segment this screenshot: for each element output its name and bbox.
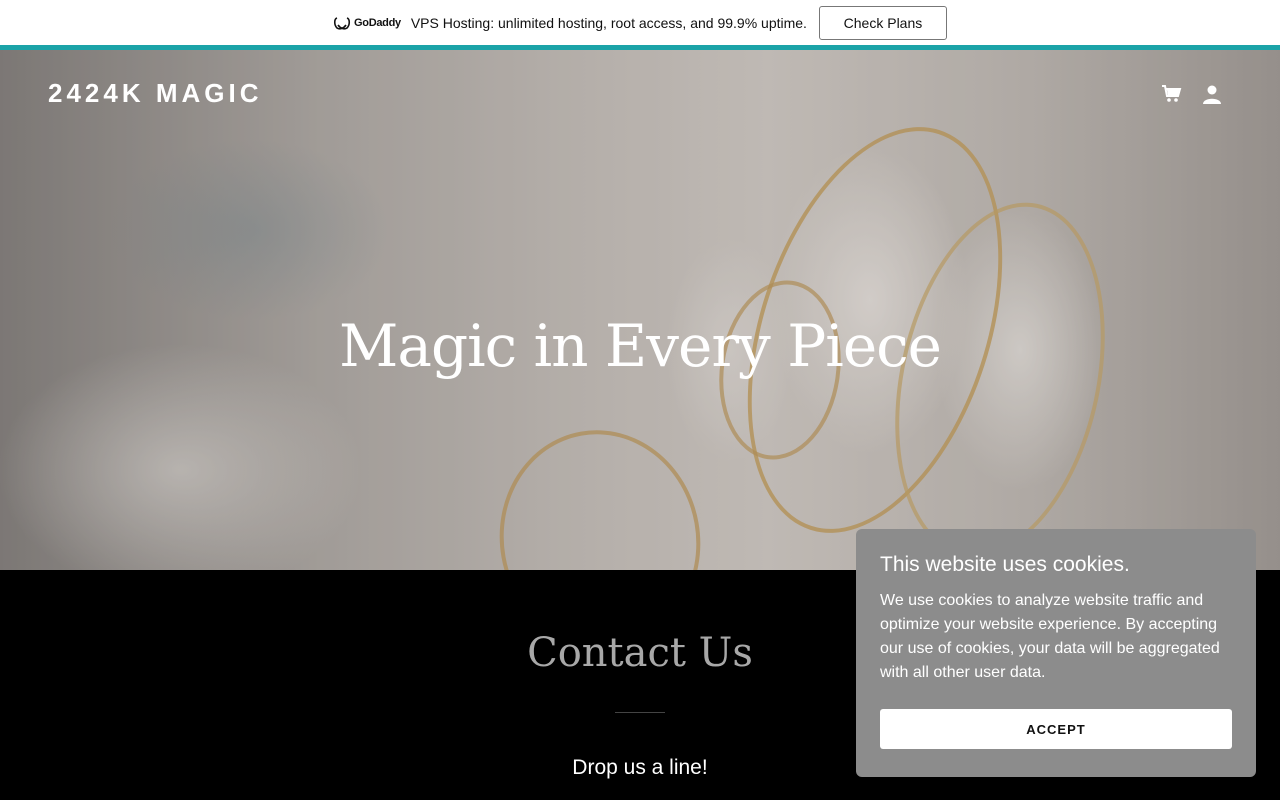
cart-icon[interactable] — [1160, 82, 1184, 106]
accept-cookies-button[interactable]: ACCEPT — [880, 709, 1232, 749]
godaddy-logo-icon — [334, 16, 351, 30]
cookie-banner: This website uses cookies. We use cookie… — [856, 529, 1256, 777]
promo-message: VPS Hosting: unlimited hosting, root acc… — [410, 14, 807, 31]
check-plans-button[interactable]: Check Plans — [818, 5, 947, 40]
cookie-title: This website uses cookies. — [880, 553, 1130, 576]
hero-overlay — [0, 50, 1280, 570]
contact-divider — [615, 712, 665, 713]
promo-bar: GoDaddy VPS Hosting: unlimited hosting, … — [0, 0, 1280, 45]
godaddy-logo-text: GoDaddy — [354, 16, 401, 29]
site-brand[interactable]: 2424K MAGIC — [48, 78, 263, 109]
godaddy-logo: GoDaddy — [333, 16, 401, 30]
account-icon[interactable] — [1200, 82, 1224, 106]
hero-section: 2424K MAGIC Magic in Every Piece — [0, 50, 1280, 570]
cookie-message: We use cookies to analyze website traffi… — [880, 592, 1220, 681]
hero-title: Magic in Every Piece — [339, 312, 942, 380]
